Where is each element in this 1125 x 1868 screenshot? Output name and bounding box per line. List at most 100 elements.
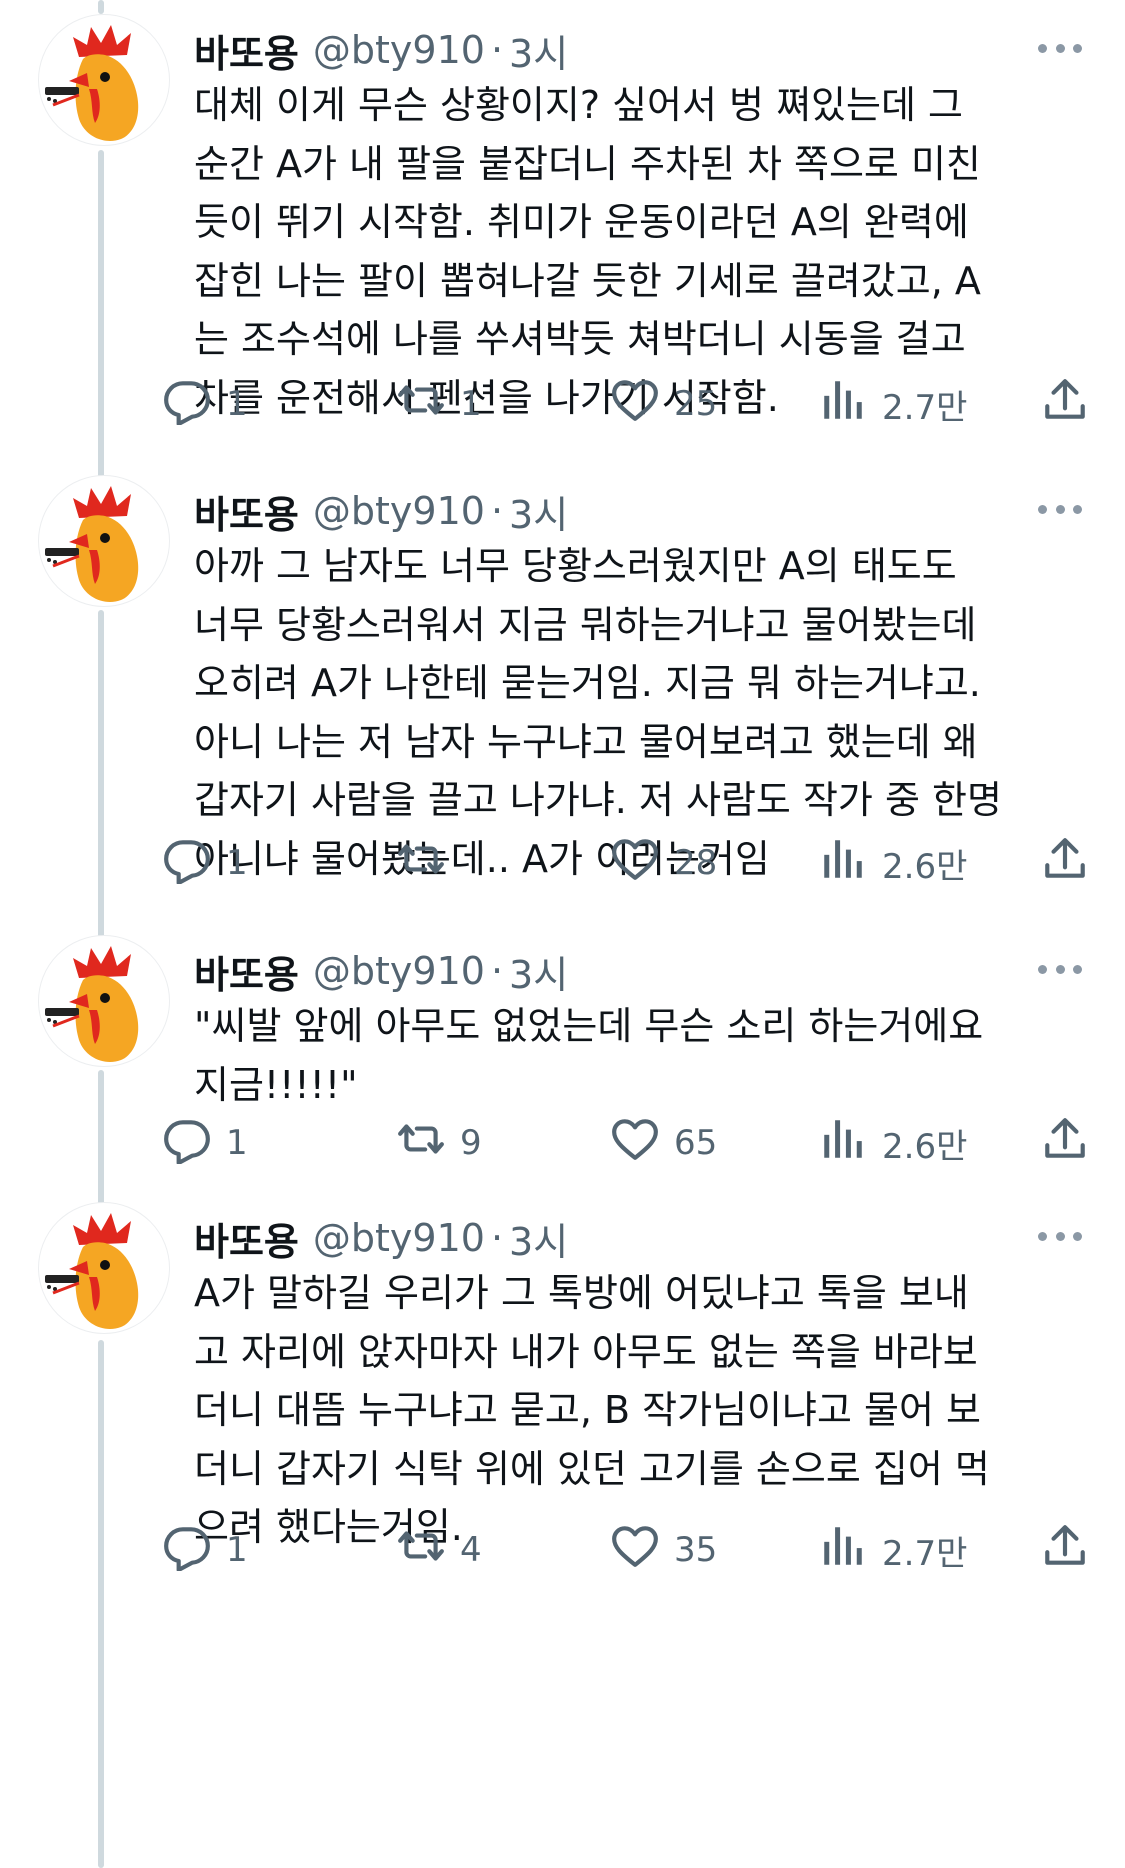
reply-icon bbox=[162, 834, 226, 893]
like-button[interactable]: 28 bbox=[610, 833, 717, 893]
heart-icon bbox=[610, 1521, 674, 1580]
more-icon[interactable] bbox=[1038, 1224, 1082, 1248]
retweet-icon bbox=[396, 834, 460, 893]
tweet-text-line: 고 자리에 앉자마자 내가 아무도 없는 쪽을 바라보 bbox=[194, 1329, 978, 1374]
retweet-button[interactable] bbox=[396, 833, 460, 893]
reply-count: 1 bbox=[226, 843, 248, 883]
tweet-text-line: A가 말하길 우리가 그 톡방에 어딨냐고 톡을 보내 bbox=[194, 1271, 969, 1315]
view-count: 2.6만 bbox=[882, 1126, 968, 1167]
tweet-text: A가 말하길 우리가 그 톡방에 어딨냐고 톡을 보내고 자리에 앉자마자 내가… bbox=[194, 1264, 1074, 1557]
like-button[interactable]: 65 bbox=[610, 1113, 717, 1173]
tweet-header: 바또용 @bty910 · 3시 bbox=[194, 481, 568, 541]
views-button[interactable]: 2.6만 bbox=[818, 1113, 967, 1173]
share-icon bbox=[1040, 1521, 1090, 1580]
share-icon bbox=[1040, 375, 1090, 434]
like-count: 25 bbox=[674, 384, 718, 424]
rooster-avatar bbox=[45, 1213, 139, 1329]
display-name[interactable]: 바또용 bbox=[194, 1211, 299, 1266]
views-icon bbox=[818, 375, 882, 434]
retweet-button[interactable]: 4 bbox=[396, 1520, 482, 1580]
tweet-text: "씨발 앞에 아무도 없었는데 무슨 소리 하는거에요지금!!!!!" bbox=[194, 997, 1074, 1114]
views-button[interactable]: 2.6만 bbox=[818, 833, 967, 893]
user-handle[interactable]: @bty910 bbox=[313, 489, 485, 533]
reply-count: 1 bbox=[226, 384, 248, 424]
tweet-text-line: 는 조수석에 나를 쑤셔박듯 쳐박더니 시동을 걸고 bbox=[194, 317, 966, 361]
tweet-text-line: 더니 갑자기 식탁 위에 있던 고기를 손으로 집어 먹 bbox=[194, 1446, 990, 1491]
share-icon bbox=[1040, 834, 1090, 893]
retweet-count: 1 bbox=[460, 384, 482, 424]
view-count: 2.7만 bbox=[882, 1533, 968, 1574]
thread-line bbox=[98, 0, 104, 14]
avatar[interactable] bbox=[38, 475, 170, 607]
rooster-avatar bbox=[45, 946, 139, 1062]
like-count: 65 bbox=[674, 1123, 718, 1163]
tweet-text-line: 아까 그 남자도 너무 당황스러웠지만 A의 태도도 bbox=[194, 544, 957, 588]
heart-icon bbox=[610, 834, 674, 893]
action-bar: 1 1 25 2.7만 bbox=[0, 374, 1125, 434]
timestamp[interactable]: 3시 bbox=[509, 484, 568, 539]
retweet-icon bbox=[396, 375, 460, 434]
retweet-button[interactable]: 1 bbox=[396, 374, 482, 434]
tweet-text-line: "씨발 앞에 아무도 없었는데 무슨 소리 하는거에요 bbox=[194, 1004, 984, 1048]
share-icon bbox=[1040, 1114, 1090, 1173]
action-bar: 1 28 2.6만 bbox=[0, 833, 1125, 893]
action-bar: 1 9 65 2.6만 bbox=[0, 1113, 1125, 1173]
avatar[interactable] bbox=[38, 1202, 170, 1334]
heart-icon bbox=[610, 1114, 674, 1173]
avatar[interactable] bbox=[38, 14, 170, 146]
retweet-icon bbox=[396, 1114, 460, 1173]
retweet-count: 9 bbox=[460, 1123, 482, 1163]
views-icon bbox=[818, 1114, 882, 1173]
user-handle[interactable]: @bty910 bbox=[313, 949, 485, 993]
reply-button[interactable]: 1 bbox=[162, 1520, 248, 1580]
rooster-avatar bbox=[45, 25, 139, 141]
views-button[interactable]: 2.7만 bbox=[818, 1520, 967, 1580]
action-bar: 1 4 35 2.7만 bbox=[0, 1520, 1125, 1580]
view-count: 2.7만 bbox=[882, 387, 968, 428]
more-icon[interactable] bbox=[1038, 957, 1082, 981]
more-icon[interactable] bbox=[1038, 497, 1082, 521]
tweet-text-line: 아니 나는 저 남자 누구냐고 물어보려고 했는데 왜 bbox=[194, 719, 978, 764]
like-button[interactable]: 35 bbox=[610, 1520, 717, 1580]
reply-icon bbox=[162, 375, 226, 434]
tweet-text-line: 갑자기 사람을 끌고 나가냐. 저 사람도 작가 중 한명 bbox=[194, 778, 1002, 822]
reply-button[interactable]: 1 bbox=[162, 374, 248, 434]
like-count: 28 bbox=[674, 843, 718, 883]
views-button[interactable]: 2.7만 bbox=[818, 374, 967, 434]
reply-icon bbox=[162, 1114, 226, 1173]
more-icon[interactable] bbox=[1038, 36, 1082, 60]
reply-count: 1 bbox=[226, 1530, 248, 1570]
user-handle[interactable]: @bty910 bbox=[313, 28, 485, 72]
heart-icon bbox=[610, 375, 674, 434]
view-count: 2.6만 bbox=[882, 846, 968, 887]
tweet-text-line: 대체 이게 무슨 상황이지? 싶어서 벙 쪄있는데 그 bbox=[194, 83, 963, 127]
tweet-text-line: 듯이 뛰기 시작함. 취미가 운동이라던 A의 완력에 bbox=[194, 200, 969, 244]
tweet-text-line: 지금!!!!!" bbox=[194, 1062, 358, 1107]
reply-count: 1 bbox=[226, 1123, 248, 1163]
user-handle[interactable]: @bty910 bbox=[313, 1216, 485, 1260]
retweet-button[interactable]: 9 bbox=[396, 1113, 482, 1173]
like-count: 35 bbox=[674, 1530, 718, 1570]
views-icon bbox=[818, 834, 882, 893]
share-button[interactable] bbox=[1040, 1520, 1090, 1580]
display-name[interactable]: 바또용 bbox=[194, 484, 299, 539]
tweet-text-line: 잡힌 나는 팔이 뽑혀나갈 듯한 기세로 끌려갔고, A bbox=[194, 258, 981, 303]
reply-icon bbox=[162, 1521, 226, 1580]
timestamp[interactable]: 3시 bbox=[509, 23, 568, 78]
timestamp[interactable]: 3시 bbox=[509, 944, 568, 999]
display-name[interactable]: 바또용 bbox=[194, 23, 299, 78]
share-button[interactable] bbox=[1040, 833, 1090, 893]
share-button[interactable] bbox=[1040, 1113, 1090, 1173]
tweet-text-line: 너무 당황스러워서 지금 뭐하는거냐고 물어봤는데 bbox=[194, 602, 977, 647]
share-button[interactable] bbox=[1040, 374, 1090, 434]
reply-button[interactable]: 1 bbox=[162, 833, 248, 893]
like-button[interactable]: 25 bbox=[610, 374, 717, 434]
reply-button[interactable]: 1 bbox=[162, 1113, 248, 1173]
thread-line bbox=[98, 1340, 104, 1868]
tweet-header: 바또용 @bty910 · 3시 bbox=[194, 1208, 568, 1268]
rooster-avatar bbox=[45, 486, 139, 602]
display-name[interactable]: 바또용 bbox=[194, 944, 299, 999]
timestamp[interactable]: 3시 bbox=[509, 1211, 568, 1266]
avatar[interactable] bbox=[38, 935, 170, 1067]
separator: · bbox=[490, 949, 504, 993]
